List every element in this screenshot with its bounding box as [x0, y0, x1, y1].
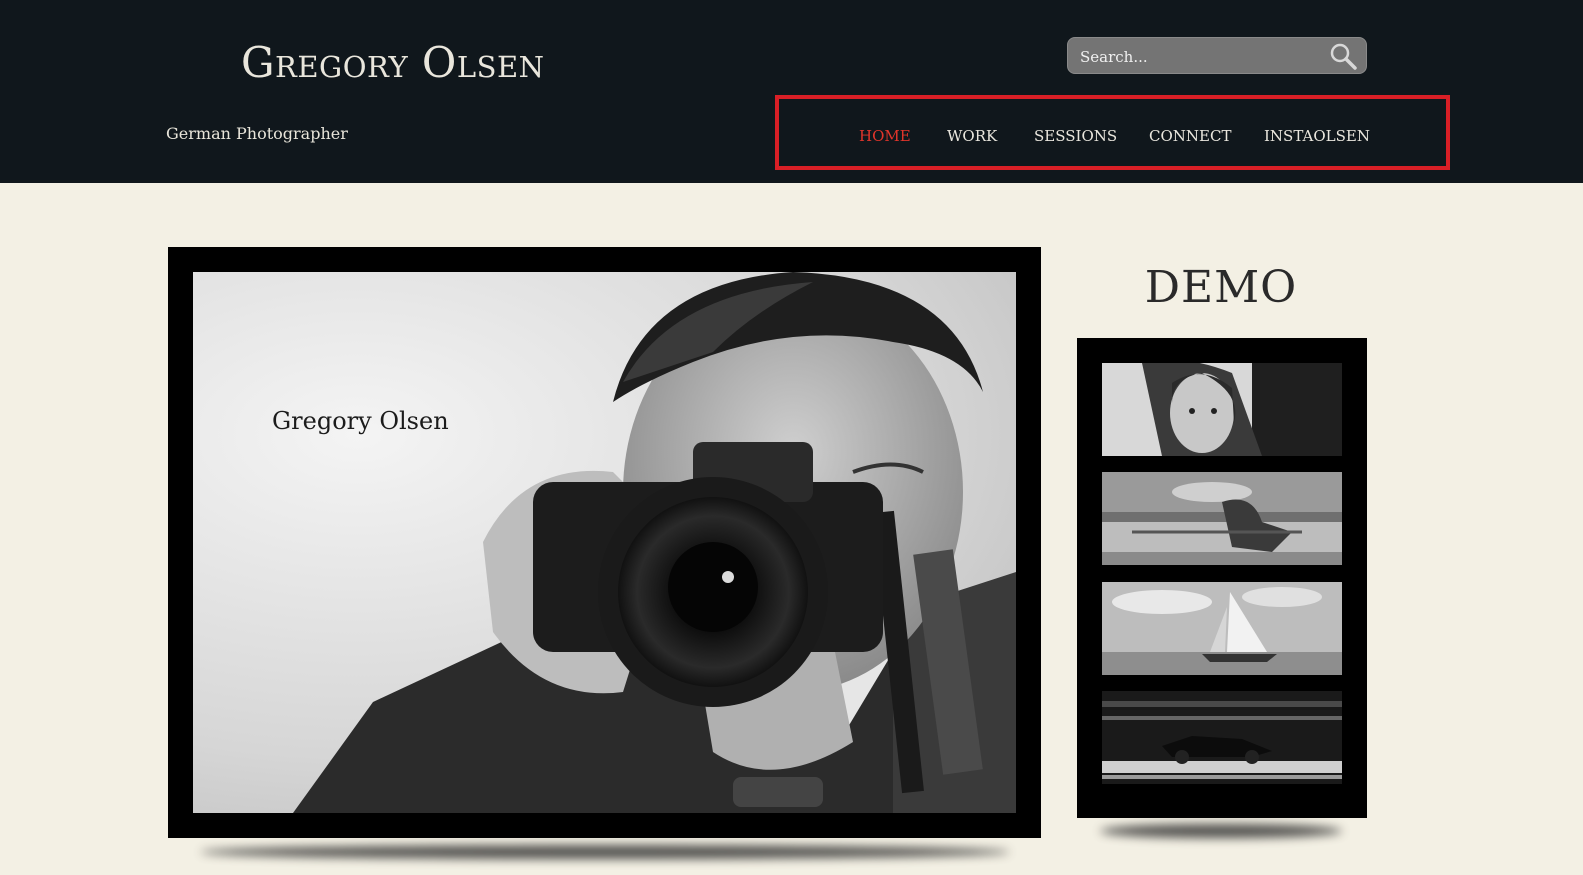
search-input[interactable]	[1078, 38, 1322, 75]
portrait-image	[1102, 363, 1342, 456]
thumbnail-race-car[interactable]	[1102, 691, 1342, 784]
nav-item-connect[interactable]: CONNECT	[1149, 127, 1231, 145]
race-car-image	[1102, 691, 1342, 784]
site-header: Gregory Olsen German Photographer HOME W…	[0, 0, 1583, 183]
gallery-shadow	[1100, 824, 1342, 838]
site-title[interactable]: Gregory Olsen	[241, 42, 545, 84]
nav-item-sessions[interactable]: SESSIONS	[1034, 127, 1117, 145]
thumbnail-fountain[interactable]	[1102, 472, 1342, 565]
thumbnail-gallery	[1077, 338, 1367, 818]
nav-item-work[interactable]: WORK	[947, 127, 997, 145]
hero-image[interactable]: Gregory Olsen	[193, 272, 1016, 813]
hero-image-frame: Gregory Olsen	[168, 247, 1041, 838]
main-nav: HOME WORK SESSIONS CONNECT INSTAOLSEN	[775, 95, 1450, 170]
fountain-image	[1102, 472, 1342, 565]
nav-item-instaolsen[interactable]: INSTAOLSEN	[1264, 127, 1370, 145]
thumbnail-portrait[interactable]	[1102, 363, 1342, 456]
hero-shadow	[200, 845, 1010, 859]
search-box[interactable]	[1067, 37, 1367, 75]
nav-item-home[interactable]: HOME	[859, 127, 911, 145]
demo-heading: DEMO	[1144, 262, 1298, 313]
search-icon[interactable]	[1328, 41, 1358, 71]
thumbnail-sailboat[interactable]	[1102, 582, 1342, 675]
sailboat-image	[1102, 582, 1342, 675]
site-tagline: German Photographer	[166, 124, 348, 143]
hero-caption: Gregory Olsen	[272, 407, 449, 435]
photographer-image	[293, 272, 1016, 813]
